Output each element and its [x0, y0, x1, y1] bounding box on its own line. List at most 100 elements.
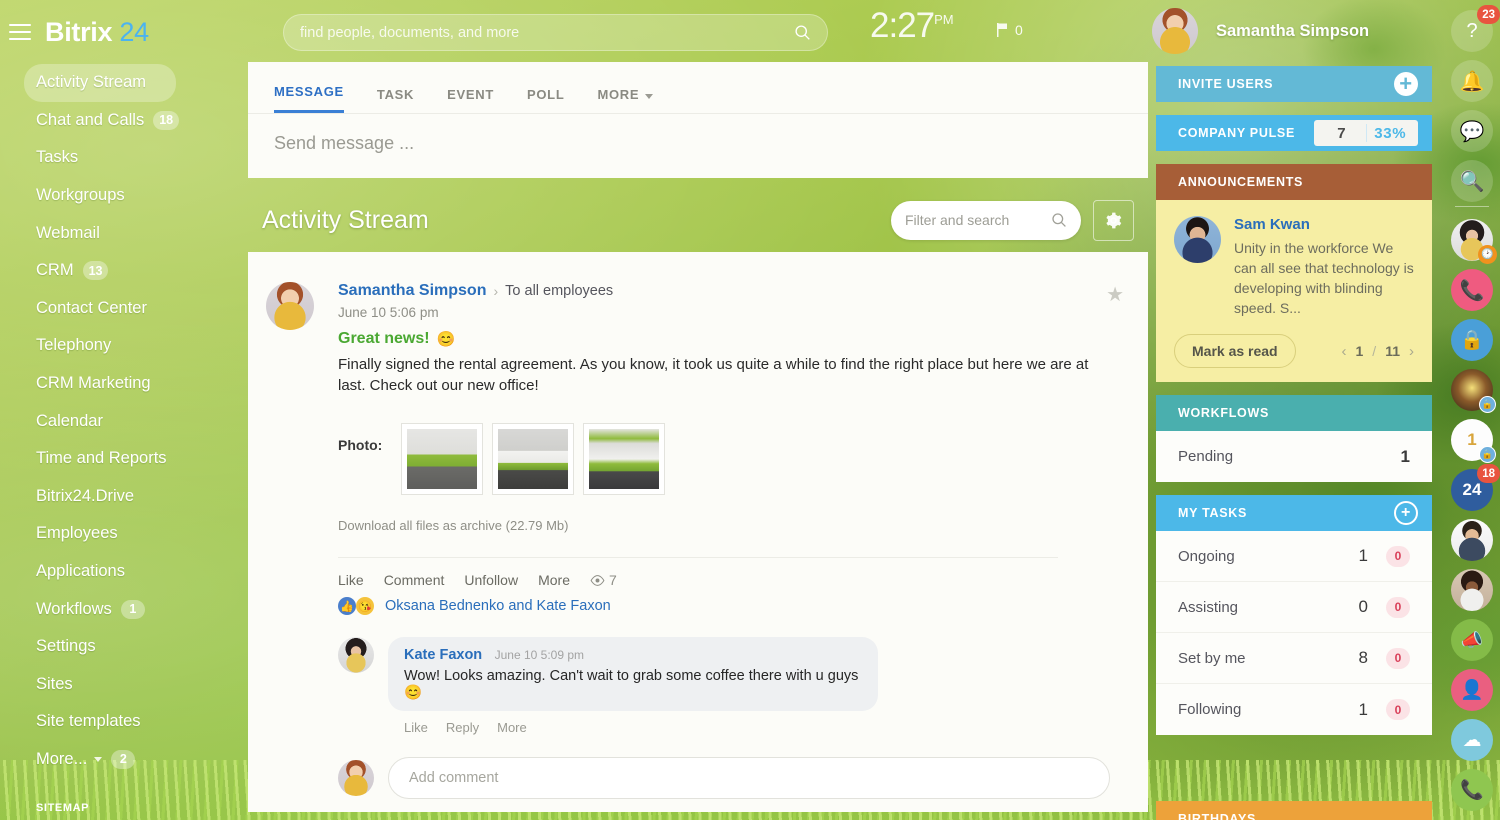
- sidebar-item-employees[interactable]: Employees: [0, 515, 248, 553]
- birthday-icon[interactable]: 1🔒: [1451, 419, 1493, 461]
- sidebar-item-chat-and-calls[interactable]: Chat and Calls18: [0, 102, 248, 140]
- birthdays-header[interactable]: BIRTHDAYS: [1156, 801, 1432, 820]
- rail-icon-glyph: ?: [1466, 20, 1477, 43]
- stream-settings-button[interactable]: [1093, 200, 1134, 241]
- sidebar-item-label: Bitrix24.Drive: [36, 487, 134, 506]
- photo-thumbnail[interactable]: [584, 424, 664, 494]
- sidebar-item-settings[interactable]: Settings: [0, 628, 248, 666]
- add-comment-row: Add comment: [248, 735, 1148, 799]
- sitemap-link[interactable]: SITEMAP: [36, 802, 89, 814]
- plus-icon[interactable]: +: [1394, 72, 1418, 96]
- tab-task[interactable]: TASK: [377, 87, 414, 113]
- phone-icon[interactable]: 📞: [1451, 769, 1493, 811]
- plus-icon[interactable]: +: [1394, 501, 1418, 525]
- company-pulse-header[interactable]: COMPANY PULSE 7 33%: [1156, 115, 1432, 151]
- search-icon[interactable]: [794, 24, 811, 41]
- user-header[interactable]: Samantha Simpson: [1152, 8, 1369, 54]
- global-search-input[interactable]: find people, documents, and more: [283, 14, 828, 51]
- sidebar-item-crm-marketing[interactable]: CRM Marketing: [0, 365, 248, 403]
- search-icon[interactable]: [1051, 212, 1067, 228]
- panel-row[interactable]: Set by me80: [1156, 633, 1432, 684]
- panel-row-label: Following: [1178, 701, 1359, 718]
- star-icon[interactable]: ★: [1106, 282, 1124, 307]
- sidebar-item-activity-stream[interactable]: Activity Stream: [24, 64, 176, 102]
- panel-row[interactable]: Following10: [1156, 684, 1432, 735]
- sidebar-item-label: CRM: [36, 261, 74, 280]
- post-author[interactable]: Samantha Simpson: [338, 282, 486, 300]
- tab-message[interactable]: MESSAGE: [274, 84, 344, 113]
- announcement-content: Sam Kwan Unity in the workforce We can a…: [1234, 216, 1414, 318]
- workflows-header[interactable]: WORKFLOWS: [1156, 395, 1432, 431]
- sidebar-item-tasks[interactable]: Tasks: [0, 139, 248, 177]
- sidebar-item-site-templates[interactable]: Site templates: [0, 703, 248, 741]
- download-archive-link[interactable]: Download all files as archive (22.79 Mb): [338, 518, 1148, 533]
- sidebar-item-bitrix24-drive[interactable]: Bitrix24.Drive: [0, 478, 248, 516]
- bitrix24-icon[interactable]: 2418: [1451, 469, 1493, 511]
- post-destination[interactable]: To all employees: [505, 283, 613, 299]
- panel-row[interactable]: Ongoing10: [1156, 531, 1432, 582]
- search-icon[interactable]: 🔍: [1451, 160, 1493, 202]
- filter-search-input[interactable]: Filter and search: [891, 201, 1081, 240]
- avatar[interactable]: [1174, 216, 1221, 263]
- sidebar-item-sites[interactable]: Sites: [0, 666, 248, 704]
- messages-icon[interactable]: 💬: [1451, 110, 1493, 152]
- comment-author[interactable]: Kate Faxon: [404, 647, 482, 663]
- more-button[interactable]: More: [538, 572, 570, 588]
- event-photo-icon[interactable]: 🔒: [1451, 369, 1493, 411]
- mobile-cloud-icon[interactable]: ☁: [1451, 719, 1493, 761]
- sidebar-item-applications[interactable]: Applications: [0, 553, 248, 591]
- help-icon[interactable]: ?23: [1451, 10, 1493, 52]
- chevron-left-icon[interactable]: ‹: [1342, 343, 1347, 360]
- my-tasks-header[interactable]: MY TASKS +: [1156, 495, 1432, 531]
- sidebar-item-telephony[interactable]: Telephony: [0, 327, 248, 365]
- app-logo[interactable]: Bitrix 24: [45, 17, 149, 48]
- contact-avatar-male[interactable]: [1451, 519, 1493, 561]
- sidebar-item-crm[interactable]: CRM13: [0, 252, 248, 290]
- sidebar-item-more[interactable]: More...2: [0, 741, 248, 779]
- photo-thumbnail[interactable]: [402, 424, 482, 494]
- avatar[interactable]: [338, 637, 374, 673]
- photo-thumbnail[interactable]: [493, 424, 573, 494]
- sidebar-item-time-and-reports[interactable]: Time and Reports: [0, 440, 248, 478]
- comment-button[interactable]: Comment: [384, 572, 445, 588]
- reaction-names[interactable]: Oksana Bednenko and Kate Faxon: [385, 598, 611, 614]
- flag-counter[interactable]: 0: [996, 22, 1023, 38]
- composer-input[interactable]: Send message ...: [248, 114, 1148, 173]
- contact-avatar-kate[interactable]: 🕑: [1451, 219, 1493, 261]
- lock-icon[interactable]: 🔒: [1451, 319, 1493, 361]
- notifications-icon[interactable]: 🔔: [1451, 60, 1493, 102]
- tab-more[interactable]: MORE: [597, 87, 653, 113]
- comment-more-button[interactable]: More: [497, 720, 527, 735]
- tab-event[interactable]: EVENT: [447, 87, 494, 113]
- sidebar-item-webmail[interactable]: Webmail: [0, 214, 248, 252]
- tab-poll[interactable]: POLL: [527, 87, 564, 113]
- divider: [1455, 206, 1489, 207]
- person-icon[interactable]: 👤: [1451, 669, 1493, 711]
- sidebar-item-contact-center[interactable]: Contact Center: [0, 290, 248, 328]
- panel-row[interactable]: Pending1: [1156, 431, 1432, 482]
- avatar[interactable]: [266, 282, 314, 330]
- unfollow-button[interactable]: Unfollow: [464, 572, 518, 588]
- hamburger-menu-icon[interactable]: [9, 24, 31, 40]
- call-icon[interactable]: 📞: [1451, 269, 1493, 311]
- sidebar-item-workflows[interactable]: Workflows1: [0, 590, 248, 628]
- announcements-header[interactable]: ANNOUNCEMENTS: [1156, 164, 1432, 200]
- announcement-icon[interactable]: 📣: [1451, 619, 1493, 661]
- add-comment-input[interactable]: Add comment: [388, 757, 1110, 799]
- sidebar-item-badge: 1: [121, 600, 145, 619]
- page-current: 1: [1356, 343, 1364, 359]
- contact-avatar-woman[interactable]: [1451, 569, 1493, 611]
- comment-like-button[interactable]: Like: [404, 720, 428, 735]
- panel-row[interactable]: Assisting00: [1156, 582, 1432, 633]
- comment-body: Kate Faxon June 10 5:09 pm Wow! Looks am…: [388, 637, 1148, 735]
- mark-as-read-button[interactable]: Mark as read: [1174, 334, 1296, 368]
- invite-users-header[interactable]: INVITE USERS +: [1156, 66, 1432, 102]
- like-button[interactable]: Like: [338, 572, 364, 588]
- announcement-author[interactable]: Sam Kwan: [1234, 216, 1414, 233]
- lock-icon: 🔒: [1479, 396, 1496, 413]
- comment-reply-button[interactable]: Reply: [446, 720, 479, 735]
- avatar[interactable]: [1152, 8, 1198, 54]
- sidebar-item-calendar[interactable]: Calendar: [0, 402, 248, 440]
- sidebar-item-workgroups[interactable]: Workgroups: [0, 177, 248, 215]
- chevron-right-icon[interactable]: ›: [1409, 343, 1414, 360]
